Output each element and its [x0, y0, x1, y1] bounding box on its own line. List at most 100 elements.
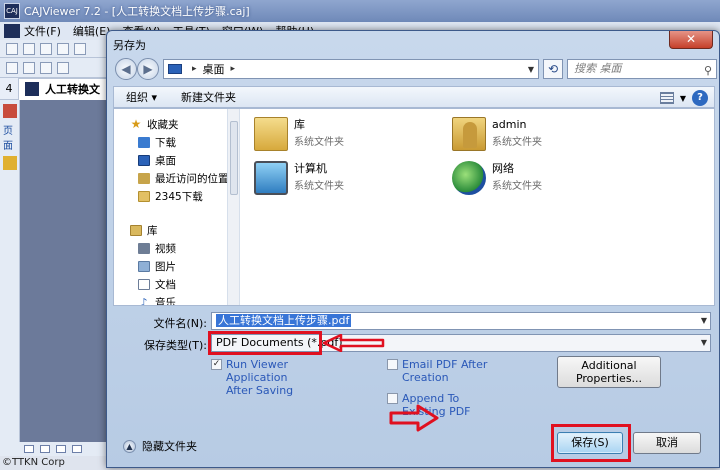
- text-tool-icon[interactable]: [40, 61, 52, 74]
- item-computer[interactable]: 计算机 系统文件夹: [254, 161, 344, 195]
- organize-button[interactable]: 组织 ▾: [114, 89, 169, 105]
- facing-view-icon[interactable]: [56, 445, 66, 453]
- new-folder-button[interactable]: 新建文件夹: [169, 89, 248, 105]
- tree-item-recent-places[interactable]: 最近访问的位置: [138, 171, 228, 186]
- breadcrumb-separator-icon[interactable]: ▸: [231, 64, 236, 74]
- cancel-button[interactable]: 取消: [633, 432, 701, 454]
- tree-label: 2345下载: [155, 191, 203, 203]
- save-icon[interactable]: [23, 42, 35, 55]
- cajviewer-logo-icon: CAJ: [4, 3, 20, 19]
- tree-favorites[interactable]: ★ 收藏夹: [130, 117, 179, 132]
- print-icon[interactable]: [40, 42, 52, 55]
- search-input[interactable]: 搜索 桌面 ⚲: [567, 59, 717, 79]
- item-network[interactable]: 网络 系统文件夹: [452, 161, 542, 195]
- folder-icon: [138, 191, 150, 202]
- chevron-down-icon[interactable]: ▼: [701, 313, 707, 329]
- pictures-icon: [138, 261, 150, 272]
- filetype-highlight-box: [208, 331, 322, 355]
- annotation-pen-icon[interactable]: [3, 156, 17, 170]
- open-icon[interactable]: [6, 42, 18, 55]
- side-panel: 页面: [0, 100, 20, 442]
- checkbox-checked-icon[interactable]: ✓: [211, 359, 222, 370]
- item-libraries[interactable]: 库 系统文件夹: [254, 117, 344, 151]
- music-icon: ♪: [140, 296, 148, 305]
- tree-item-documents[interactable]: 文档: [138, 277, 176, 292]
- item-name: 计算机: [294, 162, 327, 175]
- tree-scrollbar[interactable]: [228, 109, 240, 305]
- email-pdf-checkbox[interactable]: Email PDF After Creation: [387, 358, 497, 384]
- collapse-up-icon: ▲: [123, 439, 136, 453]
- app-title-bar: CAJ CAJViewer 7.2 - [人工转换文档上传步骤.caj]: [0, 0, 720, 22]
- dialog-title: 另存为: [113, 39, 146, 52]
- item-type: 系统文件夹: [492, 137, 542, 148]
- hand-tool-icon[interactable]: [6, 61, 18, 74]
- navigation-tree: ★ 收藏夹 下载 桌面 最近访问的位置 2345下载 库 视频 图片 文档 ♪ …: [114, 109, 228, 305]
- tree-label: 视频: [155, 243, 176, 255]
- tree-item-videos[interactable]: 视频: [138, 241, 176, 256]
- bookmark-icon[interactable]: [3, 104, 17, 118]
- tree-libraries[interactable]: 库: [130, 223, 158, 238]
- network-icon: [452, 161, 486, 195]
- additional-properties-button[interactable]: Additional Properties...: [557, 356, 661, 388]
- tree-item-2345-downloads[interactable]: 2345下载: [138, 189, 203, 204]
- item-admin[interactable]: admin 系统文件夹: [452, 117, 542, 151]
- tree-item-downloads[interactable]: 下载: [138, 135, 176, 150]
- recent-places-icon: [138, 173, 150, 184]
- breadcrumb-desktop[interactable]: 桌面: [203, 61, 225, 77]
- find-icon[interactable]: [74, 42, 86, 55]
- command-bar: 组织 ▾ 新建文件夹 ▼ ?: [113, 86, 715, 108]
- tree-item-music[interactable]: ♪ 音乐: [138, 295, 176, 305]
- tree-label: 库: [147, 225, 158, 237]
- image-tool-icon[interactable]: [57, 61, 69, 74]
- back-button[interactable]: ◀: [115, 58, 137, 80]
- address-dropdown-icon[interactable]: ▼: [528, 65, 534, 74]
- filename-input[interactable]: 人工转换文档上传步骤.pdf ▼: [211, 312, 711, 330]
- continuous-view-icon[interactable]: [40, 445, 50, 453]
- tree-label: 收藏夹: [147, 119, 179, 131]
- select-tool-icon[interactable]: [23, 61, 35, 74]
- tree-label: 最近访问的位置: [155, 173, 228, 185]
- chevron-down-icon[interactable]: ▼: [701, 335, 707, 351]
- menu-file[interactable]: 文件(F): [24, 23, 61, 39]
- item-type: 系统文件夹: [294, 181, 344, 192]
- email-pdf-label: Email PDF After Creation: [402, 358, 488, 384]
- breadcrumb-separator-icon[interactable]: ▸: [192, 64, 197, 74]
- tree-item-desktop[interactable]: 桌面: [138, 153, 176, 168]
- item-name: admin: [492, 118, 527, 131]
- documents-icon: [138, 279, 150, 290]
- forward-button[interactable]: ▶: [137, 58, 159, 80]
- scrollbar-thumb[interactable]: [230, 121, 238, 195]
- navigation-bar: ◀ ▶ ▸ 桌面 ▸ ▼ ⟲ 搜索 桌面 ⚲: [115, 56, 717, 82]
- side-tab-pages[interactable]: 页面: [3, 122, 17, 152]
- filetype-label: 保存类型(T):: [143, 339, 207, 352]
- save-button[interactable]: 保存(S): [557, 432, 623, 454]
- search-icon: ⚲: [703, 64, 712, 77]
- downloads-icon: [138, 137, 150, 148]
- tree-label: 桌面: [155, 155, 176, 167]
- back-arrow-icon: ◀: [121, 62, 131, 76]
- menu-edit[interactable]: 编辑(E): [73, 23, 111, 39]
- run-viewer-checkbox[interactable]: ✓ Run Viewer Application After Saving: [211, 358, 311, 397]
- help-icon[interactable]: ?: [692, 90, 708, 106]
- single-page-view-icon[interactable]: [24, 445, 34, 453]
- filename-value: 人工转换文档上传步骤.pdf: [216, 314, 352, 327]
- app-title: CAJViewer 7.2 - [人工转换文档上传步骤.caj]: [24, 5, 250, 18]
- desktop-icon: [168, 64, 182, 74]
- view-dropdown-icon[interactable]: ▼: [680, 94, 686, 103]
- copy-icon[interactable]: [57, 42, 69, 55]
- tab-number: 4: [5, 82, 13, 95]
- close-button[interactable]: ✕: [669, 31, 713, 49]
- file-browser: ★ 收藏夹 下载 桌面 最近访问的位置 2345下载 库 视频 图片 文档 ♪ …: [113, 108, 715, 306]
- hide-folders-toggle[interactable]: ▲ 隐藏文件夹: [123, 438, 197, 454]
- tab-document[interactable]: 人工转换文: [18, 77, 107, 100]
- address-bar[interactable]: ▸ 桌面 ▸ ▼: [163, 59, 539, 79]
- checkbox-unchecked-icon[interactable]: [387, 359, 398, 370]
- tab-document-label: 人工转换文: [45, 83, 100, 96]
- tree-item-pictures[interactable]: 图片: [138, 259, 176, 274]
- view-options-icon[interactable]: [659, 92, 674, 104]
- hide-folders-label: 隐藏文件夹: [142, 440, 197, 453]
- caj-document-icon: [25, 82, 39, 96]
- fit-view-icon[interactable]: [72, 445, 82, 453]
- refresh-button[interactable]: ⟲: [543, 59, 563, 79]
- search-placeholder: 搜索 桌面: [574, 62, 622, 75]
